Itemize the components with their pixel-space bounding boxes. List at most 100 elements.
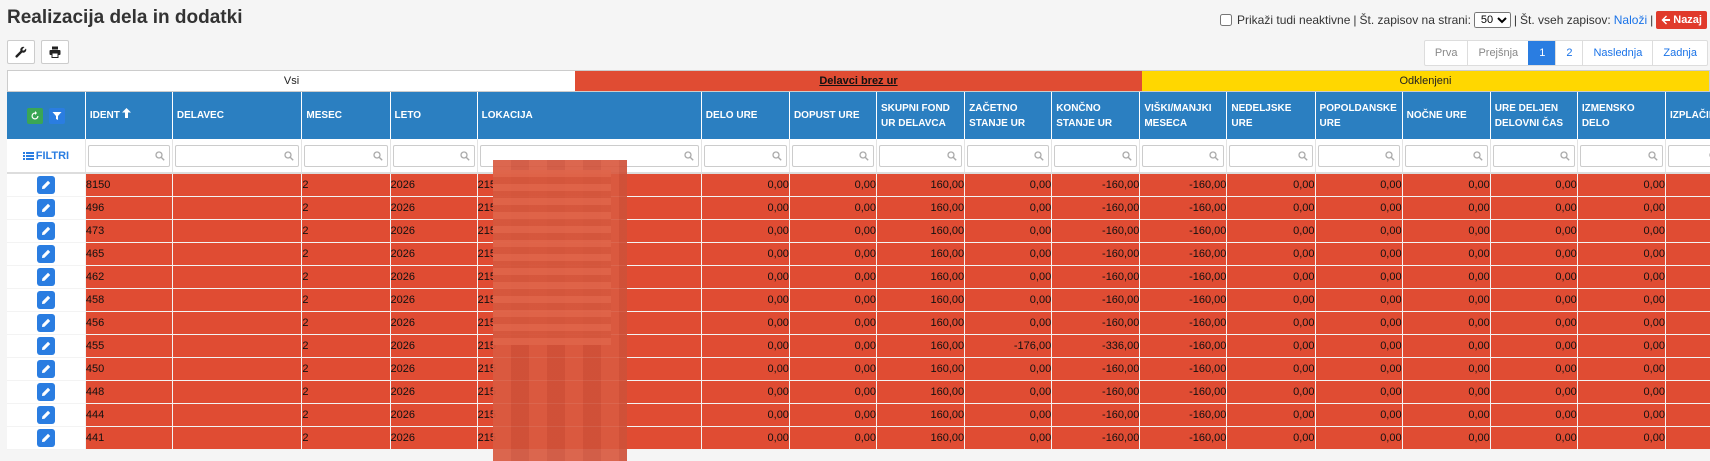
column-header[interactable]: URE DELJEN DELOVNI ČAS [1490, 92, 1578, 139]
edit-button[interactable] [36, 221, 55, 240]
column-header[interactable]: SKUPNI FOND UR DELAVCA [876, 92, 966, 139]
column-filter-input[interactable] [392, 144, 475, 167]
edit-button[interactable] [36, 405, 55, 424]
column-filter-input[interactable] [1054, 144, 1138, 167]
column-filter-input[interactable] [479, 144, 699, 167]
cell-nocne: 0,00 [1402, 173, 1491, 197]
cell-izmensko: 0,00 [1577, 173, 1666, 197]
pager-page-1[interactable]: 1 [1528, 41, 1556, 65]
column-filter-input[interactable] [1667, 144, 1710, 167]
edit-button[interactable] [36, 313, 55, 332]
cell-fond: 160,00 [876, 380, 966, 404]
cell-izplacil [1665, 426, 1710, 450]
column-filter-input[interactable] [1229, 144, 1313, 167]
pager-page-2[interactable]: 2 [1555, 41, 1582, 65]
tab-all[interactable]: Vsi [8, 71, 575, 91]
edit-button[interactable] [36, 175, 55, 194]
cell-izplacil [1665, 311, 1710, 335]
column-filter-input[interactable] [791, 144, 874, 167]
column-header[interactable]: DELAVEC [172, 92, 303, 139]
column-header[interactable]: MESEC [301, 92, 391, 139]
column-header[interactable]: LOKACIJA [477, 92, 702, 139]
top-toolbar: Prikaži tudi neaktivne | Št. zapisov na … [1220, 11, 1707, 29]
edit-button[interactable] [36, 359, 55, 378]
edit-button[interactable] [36, 336, 55, 355]
search-icon [1297, 150, 1308, 161]
per-page-select[interactable]: 50 [1473, 12, 1511, 28]
column-header[interactable]: NOČNE URE [1402, 92, 1491, 139]
cell-dopust: 0,00 [789, 357, 878, 381]
column-header[interactable]: IZPLAČIL [1665, 92, 1710, 139]
settings-button[interactable] [7, 40, 35, 64]
column-header-label: MESEC [306, 110, 342, 121]
tab-no-hours[interactable]: Delavci brez ur [575, 71, 1142, 91]
refresh-button[interactable] [26, 107, 43, 124]
column-header[interactable]: POPOLDANSKE URE [1315, 92, 1403, 139]
column-header[interactable]: DOPUST URE [789, 92, 878, 139]
column-filter-input[interactable] [1142, 144, 1225, 167]
edit-button[interactable] [36, 428, 55, 447]
cell-popoldanske: 0,00 [1315, 426, 1403, 450]
pager-prev[interactable]: Prejšnja [1467, 41, 1528, 65]
column-filter-input[interactable] [1579, 144, 1663, 167]
edit-button[interactable] [36, 244, 55, 263]
column-filter-input[interactable] [1492, 144, 1575, 167]
pager-next[interactable]: Naslednja [1582, 41, 1652, 65]
cell-delo: 0,00 [701, 403, 790, 427]
column-header[interactable]: ZAČETNO STANJE UR [964, 92, 1053, 139]
load-total-link[interactable]: Naloži [1614, 13, 1647, 27]
column-filter-input[interactable] [174, 144, 300, 167]
column-header[interactable]: LETO [390, 92, 478, 139]
column-filter-input[interactable] [304, 144, 388, 167]
cell-mesec: 2 [301, 196, 391, 220]
column-header[interactable]: KONČNO STANJE UR [1051, 92, 1141, 139]
column-filter-input[interactable] [967, 144, 1050, 167]
print-button[interactable] [41, 40, 69, 64]
cell-popoldanske: 0,00 [1315, 242, 1403, 266]
cell-deljen: 0,00 [1490, 196, 1578, 220]
filter-cell [301, 139, 391, 174]
back-button[interactable]: Nazaj [1656, 11, 1707, 29]
cell-viski: -160,00 [1139, 380, 1228, 404]
filters-cell: FILTRI [7, 139, 86, 174]
cell-nocne: 0,00 [1402, 334, 1491, 358]
column-filter-input[interactable] [703, 144, 787, 167]
data-grid: IDENT DELAVEC MESEC LETO LOKACIJA DELO URE DOP… [7, 92, 1710, 461]
cell-viski: -160,00 [1139, 173, 1228, 197]
column-filter-input[interactable] [879, 144, 963, 167]
show-inactive-checkbox[interactable] [1220, 14, 1233, 26]
cell-lokacija: 215 [477, 380, 702, 404]
row-actions [7, 311, 86, 335]
filter-toggle-button[interactable] [49, 107, 66, 124]
cell-dopust: 0,00 [789, 403, 878, 427]
filters-button[interactable]: FILTRI [9, 150, 83, 162]
cell-viski: -160,00 [1139, 311, 1228, 335]
edit-button[interactable] [36, 290, 55, 309]
edit-button[interactable] [36, 267, 55, 286]
pencil-icon [41, 318, 51, 327]
column-header[interactable]: IDENT [85, 92, 173, 139]
column-header[interactable]: IZMENSKO DELO [1577, 92, 1666, 139]
cell-fond: 160,00 [876, 219, 966, 243]
edit-button[interactable] [36, 382, 55, 401]
cell-izmensko: 0,00 [1577, 265, 1666, 289]
cell-koncno: -160,00 [1051, 265, 1141, 289]
column-filter-input[interactable] [87, 144, 170, 167]
cell-deljen: 0,00 [1490, 403, 1578, 427]
column-header[interactable]: DELO URE [701, 92, 790, 139]
cell-leto: 2026 [390, 426, 478, 450]
search-icon [1384, 150, 1395, 161]
pencil-icon [41, 272, 51, 281]
pencil-icon [41, 387, 51, 396]
column-filter-input[interactable] [1404, 144, 1488, 167]
pager-first[interactable]: Prva [1425, 41, 1468, 65]
cell-nedeljske: 0,00 [1226, 403, 1316, 427]
column-header[interactable]: VIŠKI/MANJKI MESECA [1139, 92, 1228, 139]
cell-leto: 2026 [390, 311, 478, 335]
column-header[interactable]: NEDELJSKE URE [1226, 92, 1316, 139]
tab-disconnected[interactable]: Odklenjeni [1142, 71, 1709, 91]
column-header-label: LETO [394, 110, 422, 121]
pager-last[interactable]: Zadnja [1652, 41, 1707, 65]
edit-button[interactable] [36, 198, 55, 217]
column-filter-input[interactable] [1317, 144, 1400, 167]
